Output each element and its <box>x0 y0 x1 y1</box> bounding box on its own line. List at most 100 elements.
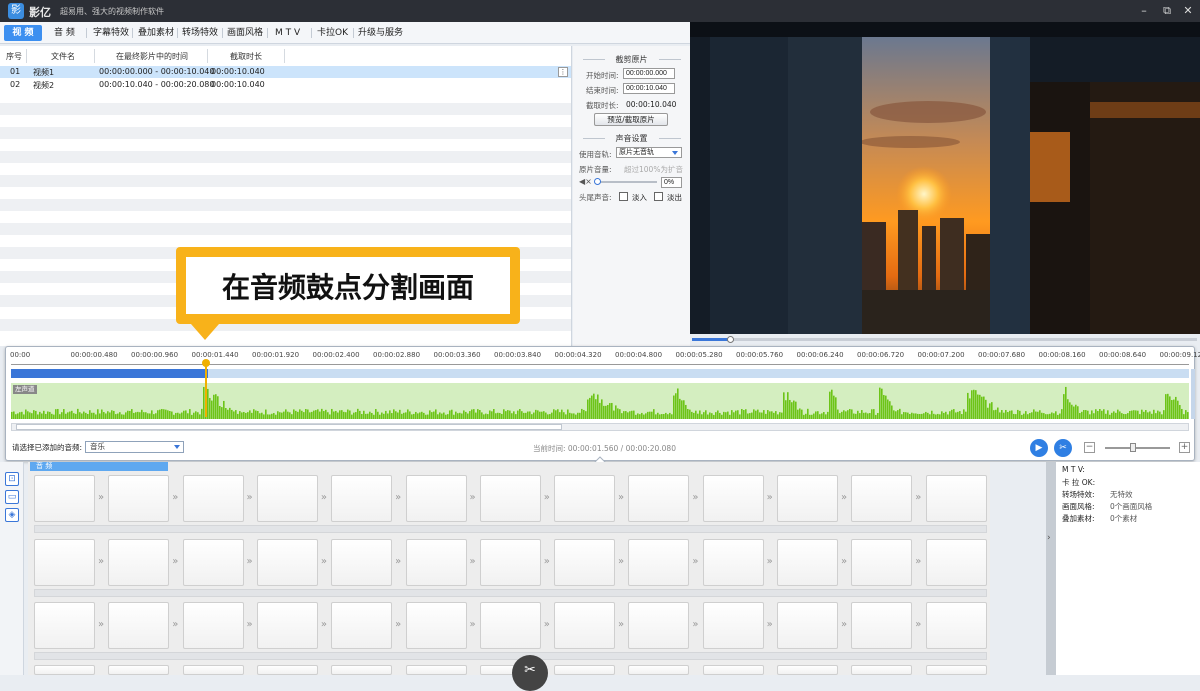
clip-slot[interactable] <box>926 602 987 649</box>
transition-arrow-icon[interactable]: » <box>392 619 404 630</box>
start-time-field[interactable] <box>623 68 675 79</box>
transition-arrow-icon[interactable]: » <box>318 492 330 503</box>
playhead-handle[interactable] <box>202 359 210 367</box>
transition-arrow-icon[interactable]: » <box>541 619 553 630</box>
clip-slot[interactable] <box>34 602 95 649</box>
volume-field[interactable] <box>661 177 682 188</box>
fade-in-checkbox[interactable] <box>619 192 628 201</box>
transition-arrow-icon[interactable]: » <box>912 556 924 567</box>
transition-arrow-icon[interactable]: » <box>689 492 701 503</box>
transition-arrow-icon[interactable]: » <box>838 619 850 630</box>
effects-icon[interactable]: ◈ <box>5 508 19 522</box>
transition-arrow-icon[interactable]: » <box>392 492 404 503</box>
table-row[interactable]: 02 视频2 00:00:10.040 - 00:00:20.080 00:00… <box>0 79 572 91</box>
transition-arrow-icon[interactable]: » <box>95 619 107 630</box>
transition-arrow-icon[interactable]: » <box>95 556 107 567</box>
transition-arrow-icon[interactable]: » <box>95 492 107 503</box>
video-preview[interactable] <box>690 22 1200 334</box>
tab-upgrade[interactable]: 升级与服务 <box>354 25 407 41</box>
preview-clip-button[interactable]: 预览/截取原片 <box>594 113 668 126</box>
clip-slot[interactable] <box>108 539 169 586</box>
progress-handle[interactable] <box>727 336 734 343</box>
end-time-field[interactable] <box>623 83 675 94</box>
zoom-slider-knob[interactable] <box>1130 443 1136 452</box>
clip-slot[interactable] <box>628 475 689 522</box>
table-row[interactable]: 01 视频1 00:00:00.000 - 00:00:10.040 00:00… <box>0 66 572 78</box>
clip-slot[interactable] <box>628 665 689 675</box>
tab-audio[interactable]: 音 频 <box>50 25 79 41</box>
transition-arrow-icon[interactable]: » <box>615 556 627 567</box>
split-cut-button[interactable]: ✂ <box>512 655 548 691</box>
volume-slider[interactable] <box>595 181 657 183</box>
transition-arrow-icon[interactable]: » <box>615 492 627 503</box>
clip-slot[interactable] <box>777 602 838 649</box>
timeline-scrollbar-thumb[interactable] <box>16 424 562 430</box>
clip-slot[interactable] <box>926 475 987 522</box>
cut-button[interactable]: ✂ <box>1054 439 1072 457</box>
tab-overlay[interactable]: 叠加素材 <box>134 25 178 41</box>
clip-slot[interactable] <box>703 539 764 586</box>
tab-mtv[interactable]: M T V <box>271 25 304 41</box>
transition-arrow-icon[interactable]: » <box>244 556 256 567</box>
transition-arrow-icon[interactable]: » <box>318 619 330 630</box>
preview-progress-bar[interactable] <box>690 334 1200 346</box>
transition-arrow-icon[interactable]: » <box>615 619 627 630</box>
tab-transitions[interactable]: 转场特效 <box>178 25 222 41</box>
zoom-in-button[interactable]: + <box>1179 442 1190 453</box>
clip-slot[interactable] <box>34 665 95 675</box>
clip-slot[interactable] <box>183 475 244 522</box>
clip-slot[interactable] <box>331 475 392 522</box>
close-icon[interactable]: ✕ <box>1180 3 1196 19</box>
clip-slot[interactable] <box>851 665 912 675</box>
transition-arrow-icon[interactable]: » <box>467 556 479 567</box>
transition-arrow-icon[interactable]: » <box>689 619 701 630</box>
clip-slot[interactable] <box>628 602 689 649</box>
clip-slot[interactable] <box>257 539 318 586</box>
transition-arrow-icon[interactable]: » <box>912 492 924 503</box>
playhead[interactable] <box>205 360 207 417</box>
transition-arrow-icon[interactable]: » <box>169 492 181 503</box>
transition-arrow-icon[interactable]: » <box>467 492 479 503</box>
storyboard-tab[interactable]: 音 频 <box>30 462 168 471</box>
transition-arrow-icon[interactable]: » <box>169 619 181 630</box>
clip-slot[interactable] <box>777 475 838 522</box>
clip-slot[interactable] <box>331 539 392 586</box>
clip-slot[interactable] <box>703 475 764 522</box>
transition-arrow-icon[interactable]: » <box>912 619 924 630</box>
tab-subtitle-effects[interactable]: 字幕特效 <box>89 25 133 41</box>
clip-slot[interactable] <box>554 665 615 675</box>
clip-slot[interactable] <box>183 539 244 586</box>
transition-arrow-icon[interactable]: » <box>169 556 181 567</box>
clip-slot[interactable] <box>926 539 987 586</box>
tab-karaoke[interactable]: 卡拉OK <box>313 25 352 41</box>
transition-arrow-icon[interactable]: » <box>764 619 776 630</box>
clip-slot[interactable] <box>480 475 541 522</box>
clip-slot[interactable] <box>183 665 244 675</box>
clip-slot[interactable] <box>851 539 912 586</box>
clip-slot[interactable] <box>406 539 467 586</box>
zoom-out-button[interactable]: − <box>1084 442 1095 453</box>
crop-icon[interactable]: ⊡ <box>5 472 19 486</box>
row-menu-icon[interactable]: ⋮ <box>558 67 568 77</box>
clip-slot[interactable] <box>851 602 912 649</box>
waveform-track[interactable] <box>11 383 1189 419</box>
audio-track-select[interactable]: 原片无音轨 <box>616 147 682 158</box>
transition-arrow-icon[interactable]: » <box>244 492 256 503</box>
transition-arrow-icon[interactable]: » <box>244 619 256 630</box>
clip-slot[interactable] <box>628 539 689 586</box>
clip-slot[interactable] <box>406 602 467 649</box>
tab-styles[interactable]: 画面风格 <box>223 25 267 41</box>
fade-out-checkbox[interactable] <box>654 192 663 201</box>
clip-slot[interactable] <box>406 475 467 522</box>
clip-slot[interactable] <box>257 475 318 522</box>
transition-arrow-icon[interactable]: » <box>838 492 850 503</box>
audio-select[interactable]: 音乐 <box>85 441 184 453</box>
tab-video[interactable]: 视 频 <box>4 25 42 41</box>
transition-arrow-icon[interactable]: » <box>764 492 776 503</box>
clip-slot[interactable] <box>554 539 615 586</box>
info-panel-toggle[interactable] <box>1046 462 1056 675</box>
transition-arrow-icon[interactable]: » <box>689 556 701 567</box>
clip-slot[interactable] <box>331 602 392 649</box>
clip-slot[interactable] <box>554 475 615 522</box>
clip-slot[interactable] <box>777 539 838 586</box>
